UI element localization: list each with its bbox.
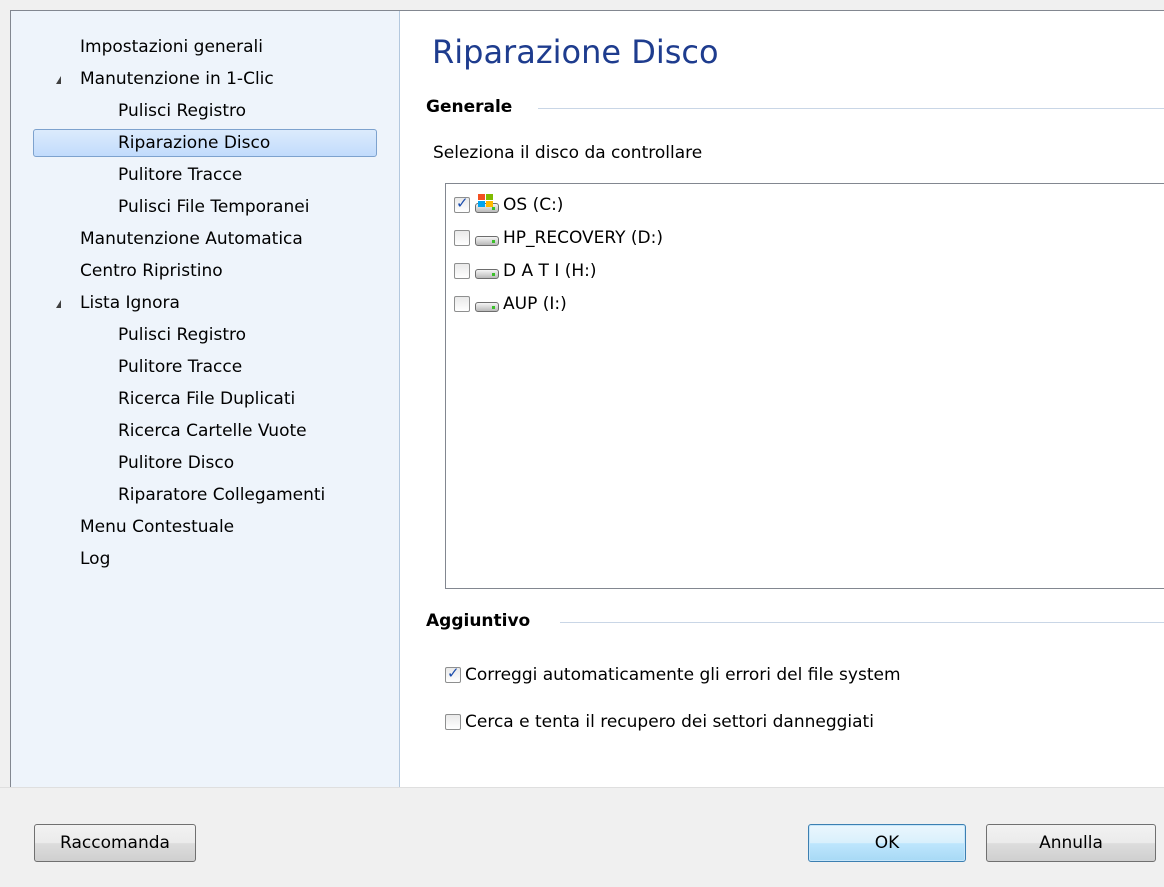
main-panel: Riparazione Disco Generale Seleziona il … — [400, 11, 1164, 787]
disk-list[interactable]: OS (C:) HP_RECOVERY (D:) D A T I (H:) AU… — [445, 183, 1164, 589]
option-label: Correggi automaticamente gli errori del … — [465, 665, 901, 685]
windows-drive-icon — [474, 194, 501, 216]
hard-drive-icon — [474, 260, 501, 282]
option-recover-sectors[interactable]: Cerca e tenta il recupero dei settori da… — [445, 708, 874, 736]
group-divider — [560, 622, 1164, 623]
sidebar-item-riparatore-collegamenti[interactable]: Riparatore Collegamenti — [118, 480, 325, 510]
disk-label: D A T I (H:) — [503, 261, 597, 281]
disk-item[interactable]: AUP (I:) — [454, 290, 567, 318]
sidebar-item-ignora-pulitore-tracce[interactable]: Pulitore Tracce — [118, 352, 242, 382]
disk-label: HP_RECOVERY (D:) — [503, 228, 664, 248]
group-heading-aggiuntivo: Aggiuntivo — [426, 611, 531, 631]
hard-drive-icon — [474, 227, 501, 249]
disk-label: OS (C:) — [503, 195, 564, 215]
option-checkbox[interactable] — [445, 664, 461, 683]
disk-item[interactable]: HP_RECOVERY (D:) — [454, 224, 663, 252]
sidebar-item-log[interactable]: Log — [80, 544, 110, 574]
sidebar-item-pulitore-disco[interactable]: Pulitore Disco — [118, 448, 234, 478]
disk-checkbox[interactable] — [454, 263, 470, 279]
page-title: Riparazione Disco — [432, 33, 719, 71]
sidebar-item-manutenzione-1-clic[interactable]: Manutenzione in 1-Clic — [80, 64, 274, 94]
group-divider — [538, 108, 1164, 109]
expand-arrow-icon[interactable] — [56, 300, 61, 308]
sidebar-item-pulisci-registro[interactable]: Pulisci Registro — [118, 96, 246, 126]
sidebar-item-pulisci-file-temporanei[interactable]: Pulisci File Temporanei — [118, 192, 309, 222]
disk-prompt: Seleziona il disco da controllare — [433, 143, 703, 163]
option-fix-errors[interactable]: Correggi automaticamente gli errori del … — [445, 661, 901, 689]
recommend-button[interactable]: Raccomanda — [34, 824, 196, 862]
disk-label: AUP (I:) — [503, 294, 567, 314]
disk-checkbox[interactable] — [454, 296, 470, 312]
sidebar-item-ricerca-file-duplicati[interactable]: Ricerca File Duplicati — [118, 384, 295, 414]
disk-checkbox[interactable] — [454, 194, 470, 213]
group-heading-generale: Generale — [426, 97, 513, 117]
sidebar-item-lista-ignora[interactable]: Lista Ignora — [80, 288, 180, 318]
hard-drive-icon — [474, 293, 501, 315]
option-checkbox[interactable] — [445, 714, 461, 730]
disk-item[interactable]: OS (C:) — [454, 191, 563, 219]
ok-button[interactable]: OK — [808, 824, 966, 862]
sidebar-item-pulitore-tracce[interactable]: Pulitore Tracce — [118, 160, 242, 190]
sidebar-item-menu-contestuale[interactable]: Menu Contestuale — [80, 512, 234, 542]
cancel-button[interactable]: Annulla — [986, 824, 1156, 862]
disk-checkbox[interactable] — [454, 230, 470, 246]
expand-arrow-icon[interactable] — [56, 76, 61, 84]
sidebar-item-riparazione-disco[interactable]: Riparazione Disco — [118, 128, 270, 158]
sidebar-item-centro-ripristino[interactable]: Centro Ripristino — [80, 256, 223, 286]
sidebar-item-manutenzione-automatica[interactable]: Manutenzione Automatica — [80, 224, 303, 254]
option-label: Cerca e tenta il recupero dei settori da… — [465, 712, 874, 732]
sidebar-item-ignora-pulisci-registro[interactable]: Pulisci Registro — [118, 320, 246, 350]
sidebar-item-ricerca-cartelle-vuote[interactable]: Ricerca Cartelle Vuote — [118, 416, 307, 446]
disk-item[interactable]: D A T I (H:) — [454, 257, 597, 285]
sidebar-item-impostazioni-generali[interactable]: Impostazioni generali — [80, 32, 263, 62]
